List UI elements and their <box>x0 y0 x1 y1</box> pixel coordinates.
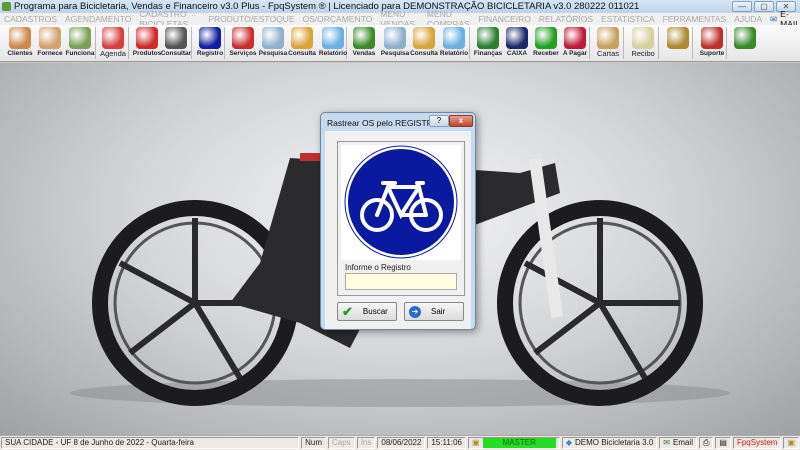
toolbar-cartas-button[interactable]: Cartas <box>593 26 623 61</box>
toolbar-item-23-button[interactable] <box>730 26 760 61</box>
menu-agendamento[interactable]: AGENDAMENTO <box>65 14 131 24</box>
status-time: 15:11:06 <box>427 437 466 449</box>
a-pagar-icon <box>564 27 586 49</box>
toolbar-label: Suporte <box>699 50 725 57</box>
clientes-icon <box>9 27 31 49</box>
vendas-icon <box>353 27 375 49</box>
relatorio-icon <box>322 27 344 49</box>
toolbar: Clientes Fornece Funciona Agenda Produtos Con… <box>0 25 800 62</box>
consultar-icon <box>165 27 187 49</box>
status-company: ◆ DEMO Bicicletaria 3.0 <box>561 437 658 449</box>
status-ins: Ins <box>356 437 376 449</box>
user-icon: ▣ <box>471 438 480 447</box>
menu-cadastros[interactable]: CADASTROS <box>4 14 57 24</box>
company-icon: ◆ <box>565 438 573 447</box>
buscar-label: Buscar <box>362 307 388 316</box>
checkmark-icon: ✔ <box>342 303 353 319</box>
dialog-help-button[interactable]: ? <box>429 115 449 127</box>
rastrear-os-dialog: Rastrear OS pelo REGISTRO ? x Informe o … <box>320 112 476 330</box>
registro-icon <box>199 27 221 49</box>
item-23-icon <box>734 27 756 49</box>
toolbar-registro-button[interactable]: Registro <box>195 26 225 61</box>
caixa-icon <box>506 27 528 49</box>
status-brand: FpqSystem <box>732 437 782 449</box>
status-email-label: Email <box>672 438 693 447</box>
menu-financeiro[interactable]: FINANCEIRO <box>478 14 530 24</box>
window-title: Programa para Bicicletaria, Vendas e Fin… <box>14 1 640 12</box>
relatorio-icon <box>443 27 465 49</box>
menu-os-orcamento[interactable]: OS/ORÇAMENTO <box>303 14 373 24</box>
toolbar-agenda-button[interactable]: Agenda <box>98 26 128 61</box>
dialog-panel: Informe o Registro <box>337 141 465 296</box>
status-bar: SUA CIDADE - UF 8 de Junho de 2022 - Qua… <box>0 435 800 450</box>
dialog-close-button[interactable]: x <box>449 115 473 127</box>
funciona-icon <box>69 27 91 49</box>
printer-icon[interactable]: ⎙ <box>699 437 714 449</box>
calendar-icon: ▣ <box>783 437 799 449</box>
sair-button[interactable]: ➜ Sair <box>404 302 464 321</box>
consulta-icon <box>413 27 435 49</box>
monitor-icon[interactable]: ▤ <box>715 437 731 449</box>
email-icon: ✉ <box>770 13 778 24</box>
item-21-icon <box>667 27 689 49</box>
toolbar-relatorio-button[interactable]: Relatório <box>439 26 469 61</box>
recibo-icon <box>632 27 654 49</box>
menu-ferramentas[interactable]: FERRAMENTAS <box>663 14 727 24</box>
menu-relatorios[interactable]: RELATÓRIOS <box>539 14 593 24</box>
minimize-button[interactable]: — <box>732 1 752 12</box>
email-icon: ✉ <box>663 438 670 447</box>
pesquisa-icon <box>384 27 406 49</box>
registro-label: Informe o Registro <box>345 263 411 272</box>
status-num: Num <box>301 437 327 449</box>
bicycle-sign-image <box>341 145 461 260</box>
status-user: ▣ MASTER <box>467 437 560 449</box>
servicos-icon <box>232 27 254 49</box>
receber-icon <box>535 27 557 49</box>
status-caps: Caps <box>328 437 355 449</box>
consulta-icon <box>291 27 313 49</box>
toolbar-consultar-button[interactable]: Consultar <box>161 26 191 61</box>
dialog-title: Rastrear OS pelo REGISTRO <box>327 118 440 128</box>
toolbar-label: Recibo <box>631 49 655 58</box>
status-date: 08/06/2022 <box>377 437 426 449</box>
sair-label: Sair <box>431 307 446 316</box>
suporte-icon <box>701 27 723 49</box>
toolbar-item-21-button[interactable] <box>663 26 693 61</box>
status-city-date: SUA CIDADE - UF 8 de Junho de 2022 - Qua… <box>1 437 300 449</box>
arrow-right-icon: ➜ <box>409 305 421 318</box>
fornece-icon <box>39 27 61 49</box>
status-user-label: MASTER <box>482 438 556 448</box>
status-company-label: DEMO Bicicletaria 3.0 <box>575 438 654 447</box>
app-icon <box>2 2 11 11</box>
registro-input[interactable] <box>345 273 457 290</box>
agenda-icon <box>102 27 124 49</box>
menu-ajuda[interactable]: AJUDA <box>734 14 762 24</box>
pesquisa-icon <box>262 27 284 49</box>
menu-produto-estoque[interactable]: PRODUTO/ESTOQUE <box>208 14 294 24</box>
buscar-button[interactable]: ✔ Buscar <box>337 302 397 321</box>
toolbar-recibo-button[interactable]: Recibo <box>628 26 658 61</box>
toolbar-suporte-button[interactable]: Suporte <box>697 26 727 61</box>
toolbar-a-pagar-button[interactable]: A Pagar <box>560 26 590 61</box>
toolbar-funciona-button[interactable]: Funciona <box>65 26 95 61</box>
menu-estatistica[interactable]: ESTATISTICA <box>601 14 655 24</box>
status-email-button[interactable]: ✉ Email <box>659 437 697 449</box>
financas-icon <box>477 27 499 49</box>
produtos-icon <box>136 27 158 49</box>
bicycle-icon <box>344 145 458 259</box>
cartas-icon <box>597 27 619 49</box>
menu-bar: CADASTROS AGENDAMENTO CADASTRO BICICLETA… <box>0 9 800 29</box>
